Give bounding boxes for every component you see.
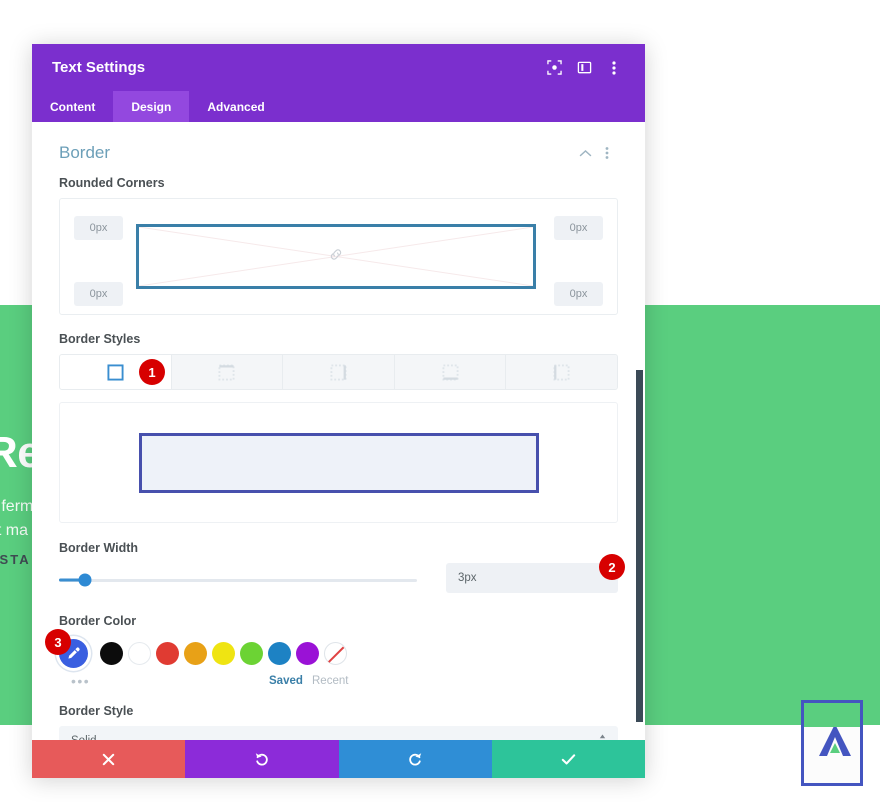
border-width-input[interactable] — [446, 563, 618, 593]
screenshot-root: Ren a ferm et ma T STA Text Settings — [0, 0, 880, 802]
border-preview-card — [59, 402, 618, 523]
checkmark-icon — [561, 753, 576, 765]
border-width-slider[interactable] — [59, 570, 417, 590]
swatch-green[interactable] — [240, 641, 263, 665]
undo-button[interactable] — [185, 740, 339, 778]
tab-advanced[interactable]: Advanced — [189, 91, 282, 122]
corner-top-right-input[interactable]: 0px — [554, 216, 603, 240]
border-color-swatches — [59, 636, 618, 670]
section-title: Border — [59, 143, 111, 162]
modal-body: Border Rounded Corners 0px 0px 0px 0px B… — [32, 122, 645, 740]
redo-arrow-icon — [409, 753, 422, 766]
divi-logo-top-band — [801, 700, 863, 727]
modal-scrollbar-track[interactable] — [636, 200, 645, 740]
annotation-marker-2: 2 — [599, 554, 625, 580]
border-width-label: Border Width — [59, 541, 139, 555]
corner-preview-box — [136, 224, 536, 289]
annotation-marker-1: 1 — [139, 359, 165, 385]
modal-footer — [32, 740, 645, 778]
save-button[interactable] — [491, 740, 645, 778]
border-right-icon[interactable] — [283, 355, 395, 389]
border-color-label: Border Color — [59, 614, 137, 628]
redo-button[interactable] — [338, 740, 492, 778]
border-top-icon[interactable] — [171, 355, 284, 389]
close-x-icon — [102, 753, 115, 765]
text-settings-modal: Text Settings Content Design Advanced Bo… — [32, 44, 645, 778]
modal-title: Text Settings — [52, 59, 146, 76]
corner-bottom-right-input[interactable]: 0px — [554, 282, 603, 306]
link-chain-icon[interactable] — [328, 246, 344, 267]
kebab-menu-icon[interactable] — [601, 55, 627, 81]
swatch-purple[interactable] — [296, 641, 319, 665]
rounded-corners-card: 0px 0px 0px 0px — [59, 198, 618, 315]
hero-subtext-line1: a ferm — [0, 498, 34, 515]
undo-arrow-icon — [255, 753, 268, 766]
swatch-black[interactable] — [100, 641, 123, 665]
swatch-transparent[interactable] — [324, 641, 347, 665]
border-style-label: Border Style — [59, 704, 134, 718]
hero-subtext-line2: et ma — [0, 522, 29, 539]
border-style-select[interactable]: Solid — [59, 726, 618, 740]
recent-colors-tab[interactable]: Recent — [312, 675, 348, 687]
border-preview-box — [138, 432, 539, 493]
rounded-corners-label: Rounded Corners — [59, 176, 165, 190]
border-bottom-icon[interactable] — [394, 355, 507, 389]
chevron-up-icon[interactable] — [574, 142, 596, 164]
section-kebab-menu-icon[interactable] — [596, 142, 618, 164]
more-colors-icon[interactable]: ••• — [71, 674, 90, 688]
border-width-row — [59, 563, 618, 597]
tab-content[interactable]: Content — [32, 91, 113, 122]
corner-top-left-input[interactable]: 0px — [74, 216, 123, 240]
border-left-icon[interactable] — [506, 355, 617, 389]
hero-cta-label: T STA — [0, 552, 31, 567]
annotation-marker-3: 3 — [45, 629, 71, 655]
swatch-blue[interactable] — [268, 641, 291, 665]
slider-thumb[interactable] — [78, 573, 92, 587]
swatch-orange[interactable] — [184, 641, 207, 665]
modal-header: Text Settings — [32, 44, 645, 91]
border-section-header: Border — [59, 130, 618, 176]
border-style-select-wrap: Solid — [59, 726, 618, 740]
tab-design[interactable]: Design — [113, 91, 190, 122]
swatch-yellow[interactable] — [212, 641, 235, 665]
saved-colors-tab[interactable]: Saved — [269, 675, 303, 687]
modal-tabs: Content Design Advanced — [32, 91, 645, 122]
swatch-red[interactable] — [156, 641, 179, 665]
focus-icon[interactable] — [541, 55, 567, 81]
layout-panel-icon[interactable] — [571, 55, 597, 81]
corner-bottom-left-input[interactable]: 0px — [74, 282, 123, 306]
swatch-white[interactable] — [128, 641, 151, 665]
slider-track — [59, 578, 417, 582]
color-meta-row: ••• Saved Recent — [59, 670, 618, 692]
cancel-button[interactable] — [32, 740, 186, 778]
modal-scrollbar-thumb[interactable] — [636, 370, 643, 722]
border-styles-label: Border Styles — [59, 332, 141, 346]
